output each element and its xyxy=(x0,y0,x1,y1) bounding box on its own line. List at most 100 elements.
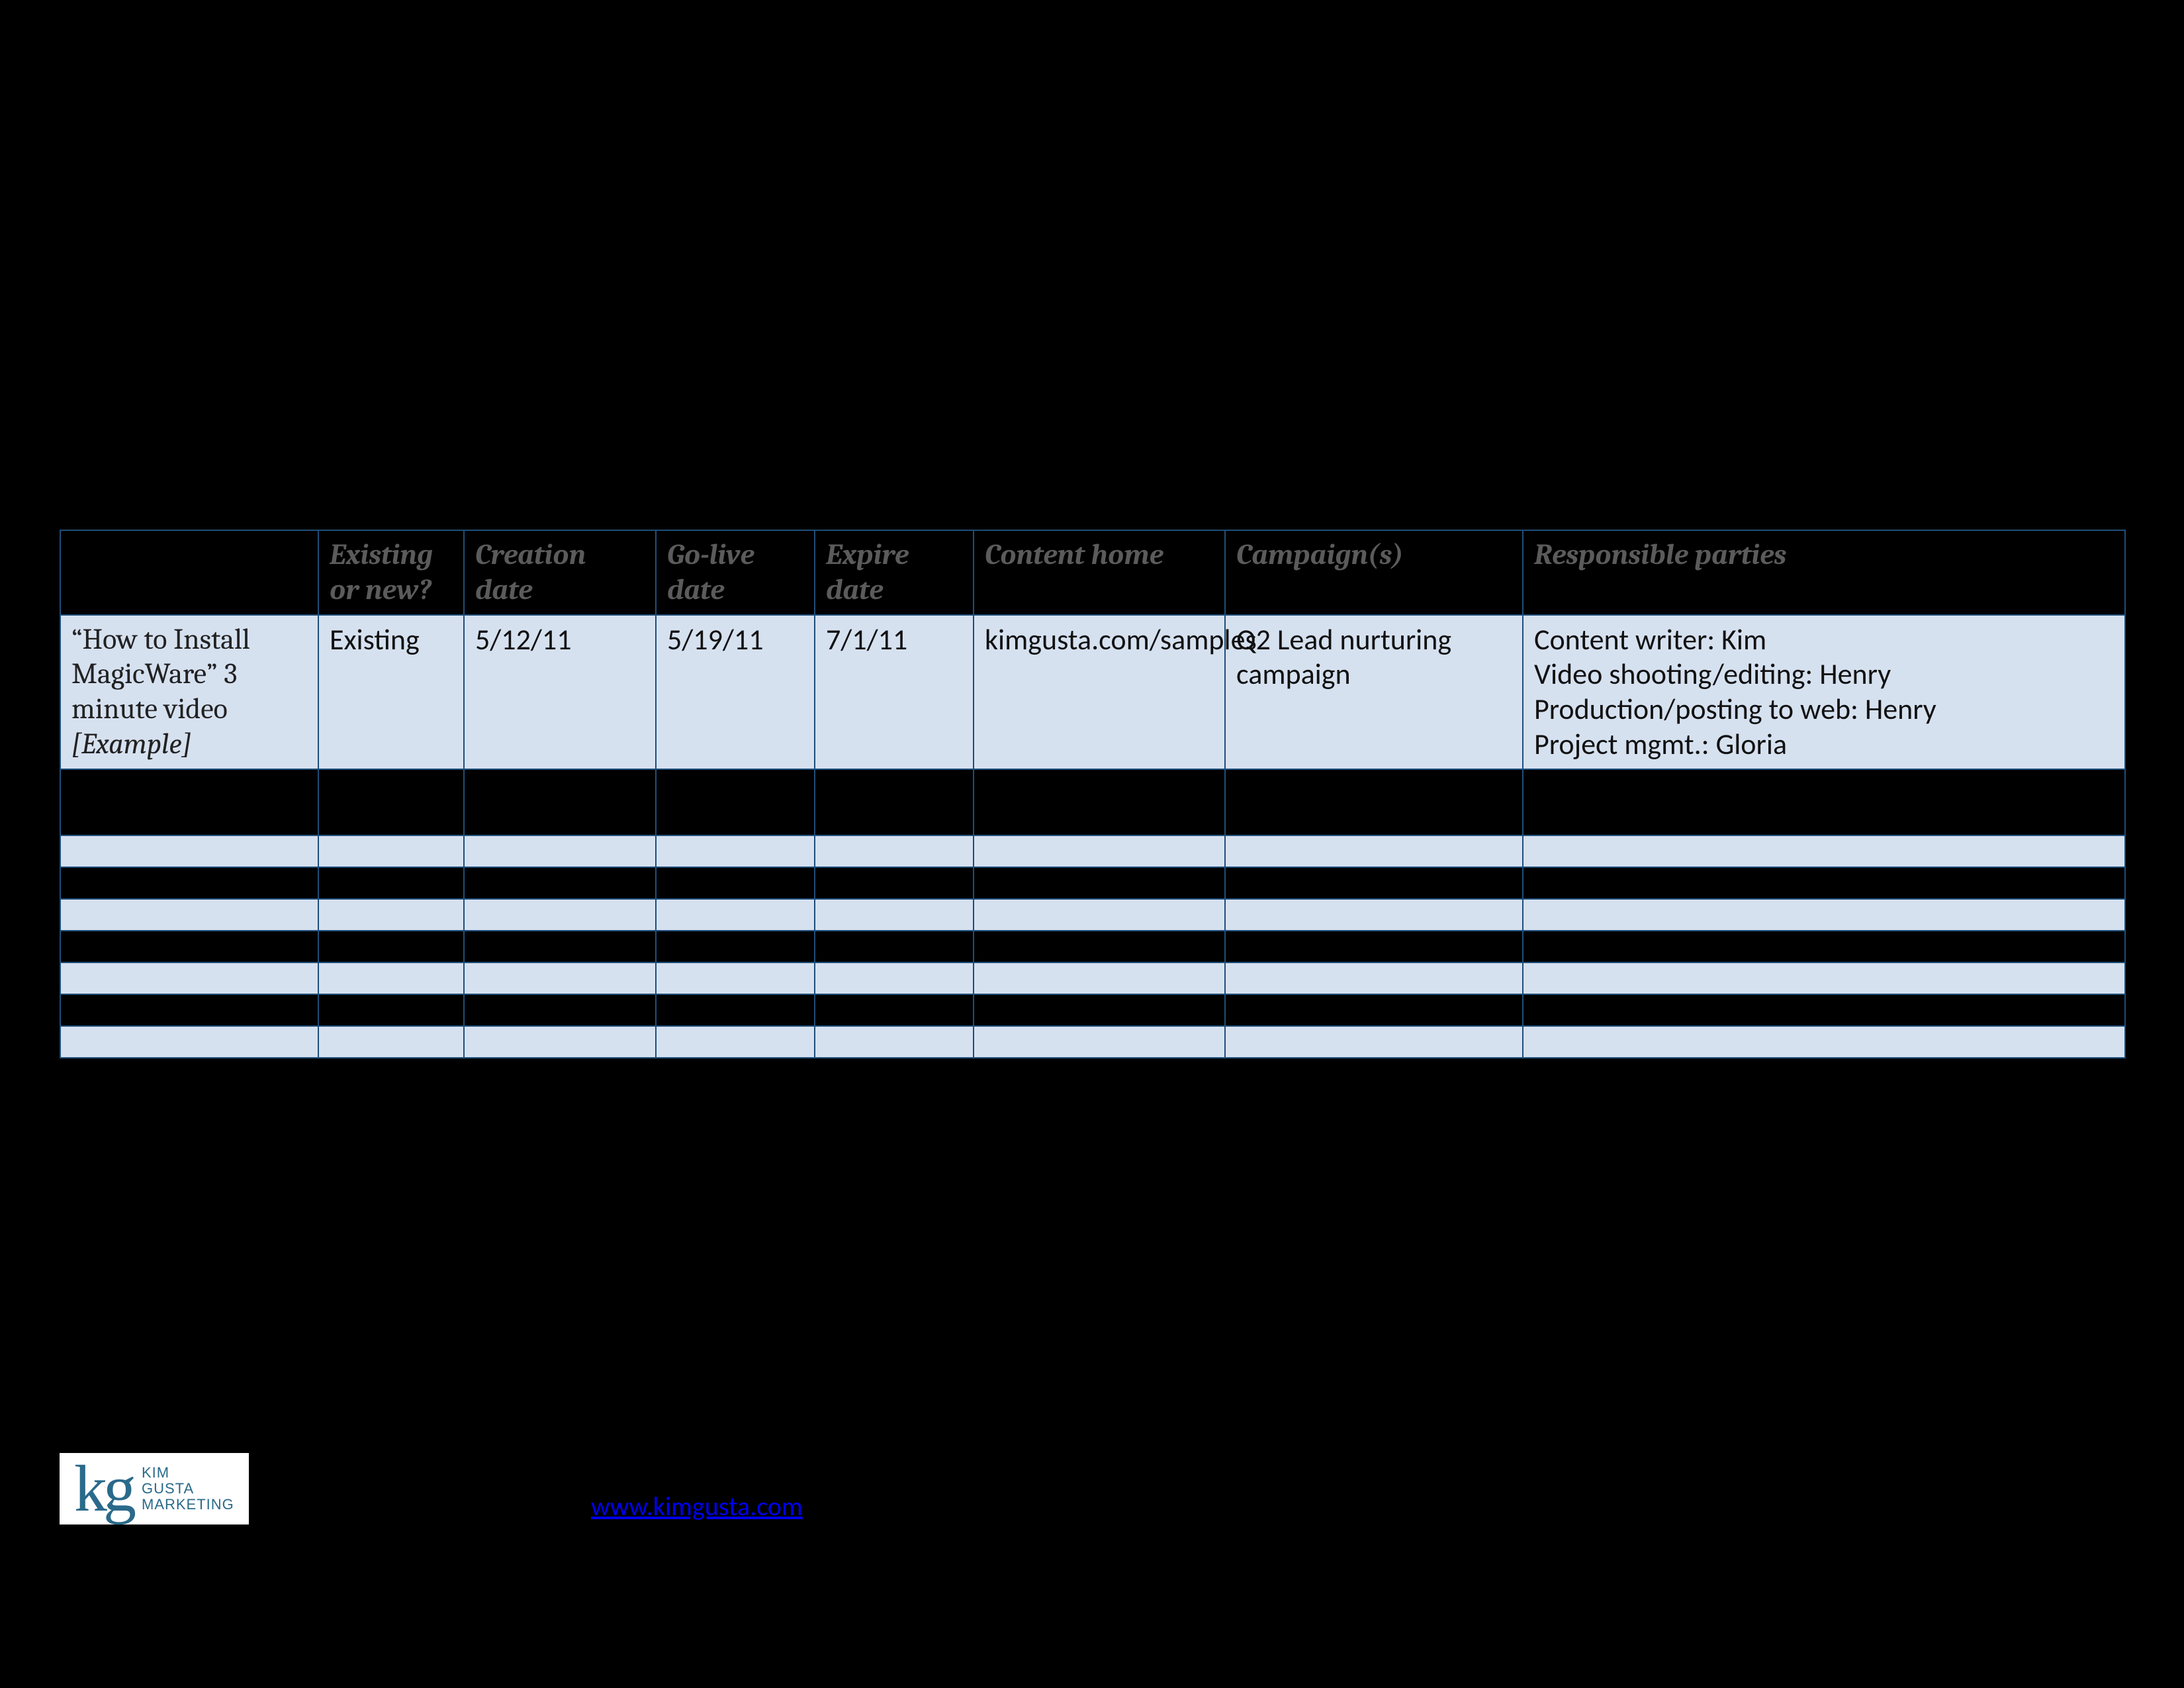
page: Editorial Calendar for [Company Name] [M… xyxy=(0,0,2184,1688)
col-header-creation: Creation date xyxy=(464,530,656,615)
cell-empty xyxy=(656,867,815,899)
cell-empty xyxy=(318,769,464,835)
logo-text-line: MARKETING xyxy=(142,1496,234,1513)
col-header-campaign: Campaign(s) xyxy=(1225,530,1523,615)
responsible-line: Project mgmt.: Gloria xyxy=(1534,726,1787,762)
cell-empty xyxy=(815,931,974,962)
cell-creation: 5/12/11 xyxy=(464,615,656,769)
cell-empty xyxy=(1225,931,1523,962)
logo-text-line: GUSTA xyxy=(142,1480,194,1497)
cell-empty xyxy=(815,899,974,931)
logo-text-line: KIM xyxy=(142,1464,169,1481)
responsible-line: Video shooting/editing: Henry xyxy=(1534,656,1891,692)
cell-empty xyxy=(974,899,1225,931)
cell-empty xyxy=(656,835,815,867)
cell-empty xyxy=(1523,835,2125,867)
cell-empty xyxy=(815,962,974,994)
cell-empty xyxy=(974,931,1225,962)
cell-empty xyxy=(815,994,974,1026)
intro-paragraph-2: Working backwards from when you want the… xyxy=(60,379,2124,454)
col-header-responsible: Responsible parties xyxy=(1523,530,2125,615)
table-row-empty xyxy=(60,931,2125,962)
cell-empty xyxy=(1523,769,2125,835)
cell-empty xyxy=(974,994,1225,1026)
cell-empty xyxy=(318,994,464,1026)
col-header-expire: Expire date xyxy=(815,530,974,615)
cell-empty xyxy=(464,899,656,931)
table-row-empty xyxy=(60,867,2125,899)
table-row-empty xyxy=(60,962,2125,994)
cell-content-title: “How to Install MagicWare” 3 minute vide… xyxy=(60,615,318,769)
intro-text: Use this spreadsheet to map out what con… xyxy=(60,285,2124,473)
cell-empty xyxy=(815,867,974,899)
editorial-table-wrap: Existing or new? Creation date Go-live d… xyxy=(60,530,2124,1058)
footer-row: kg KIM GUSTA MARKETING Kim Gusta is a co… xyxy=(60,1453,2124,1524)
page-title: Editorial Calendar for [Company Name] xyxy=(60,79,995,140)
cell-empty xyxy=(656,994,815,1026)
cell-empty xyxy=(1225,899,1523,931)
cell-empty xyxy=(464,769,656,835)
cell-empty xyxy=(656,899,815,931)
cell-empty xyxy=(60,1026,318,1058)
cell-home: kimgusta.com/samples xyxy=(974,615,1225,769)
cell-responsible: Content writer: Kim Video shooting/editi… xyxy=(1523,615,2125,769)
cell-empty xyxy=(1523,994,2125,1026)
cell-empty xyxy=(815,835,974,867)
content-title-text: “How to Install MagicWare” 3 minute vide… xyxy=(71,622,250,726)
cell-empty xyxy=(60,769,318,835)
col-header-existing: Existing or new? xyxy=(318,530,464,615)
cell-empty xyxy=(464,1026,656,1058)
cell-empty xyxy=(60,835,318,867)
intro-paragraph-1: Use this spreadsheet to map out what con… xyxy=(60,285,2124,360)
cell-empty xyxy=(318,867,464,899)
table-header-row: Existing or new? Creation date Go-live d… xyxy=(60,530,2125,615)
cell-empty xyxy=(464,962,656,994)
cell-empty xyxy=(1225,1026,1523,1058)
cell-empty xyxy=(656,931,815,962)
cell-campaign: Q2 Lead nurturing campaign xyxy=(1225,615,1523,769)
cell-empty xyxy=(815,769,974,835)
cell-empty xyxy=(656,962,815,994)
cell-empty xyxy=(1225,769,1523,835)
cell-empty xyxy=(656,1026,815,1058)
table-row-example: “How to Install MagicWare” 3 minute vide… xyxy=(60,615,2125,769)
table-row-empty xyxy=(60,769,2125,835)
cell-empty xyxy=(318,899,464,931)
logo: kg KIM GUSTA MARKETING xyxy=(60,1453,249,1524)
about-text: Kim Gusta is a content marketing expert … xyxy=(275,1453,2124,1524)
cell-empty xyxy=(1523,899,2125,931)
cell-empty xyxy=(1225,962,1523,994)
cell-empty xyxy=(318,1026,464,1058)
col-header-blank xyxy=(60,530,318,615)
about-pre: Kim Gusta is a content marketing expert … xyxy=(275,1454,2081,1523)
cell-empty xyxy=(60,867,318,899)
page-subtitle: [Month name] xyxy=(60,156,995,199)
cell-empty xyxy=(1523,931,2125,962)
cell-empty xyxy=(60,962,318,994)
cell-empty xyxy=(60,931,318,962)
cell-existing: Existing xyxy=(318,615,464,769)
editorial-table: Existing or new? Creation date Go-live d… xyxy=(60,530,2126,1058)
logo-text: KIM GUSTA MARKETING xyxy=(142,1465,234,1513)
col-header-home: Content home xyxy=(974,530,1225,615)
cell-empty xyxy=(1225,867,1523,899)
table-row-empty xyxy=(60,835,2125,867)
cell-empty xyxy=(318,835,464,867)
cell-empty xyxy=(1225,835,1523,867)
logo-mark: kg xyxy=(74,1462,132,1515)
table-row-empty xyxy=(60,994,2125,1026)
content-example-tag: [Example] xyxy=(71,727,191,761)
table-row-empty xyxy=(60,899,2125,931)
about-post: . xyxy=(803,1490,809,1523)
cell-empty xyxy=(60,899,318,931)
cell-empty xyxy=(464,994,656,1026)
about-link[interactable]: www.kimgusta.com xyxy=(591,1490,803,1523)
table-row-empty xyxy=(60,1026,2125,1058)
cell-empty xyxy=(318,962,464,994)
footer: ©2012 Kim Gusta Marketing kg KIM GUSTA M… xyxy=(60,1403,2124,1524)
cell-empty xyxy=(1225,994,1523,1026)
cell-expire: 7/1/11 xyxy=(815,615,974,769)
cell-empty xyxy=(974,962,1225,994)
cell-empty xyxy=(464,931,656,962)
cell-empty xyxy=(974,1026,1225,1058)
